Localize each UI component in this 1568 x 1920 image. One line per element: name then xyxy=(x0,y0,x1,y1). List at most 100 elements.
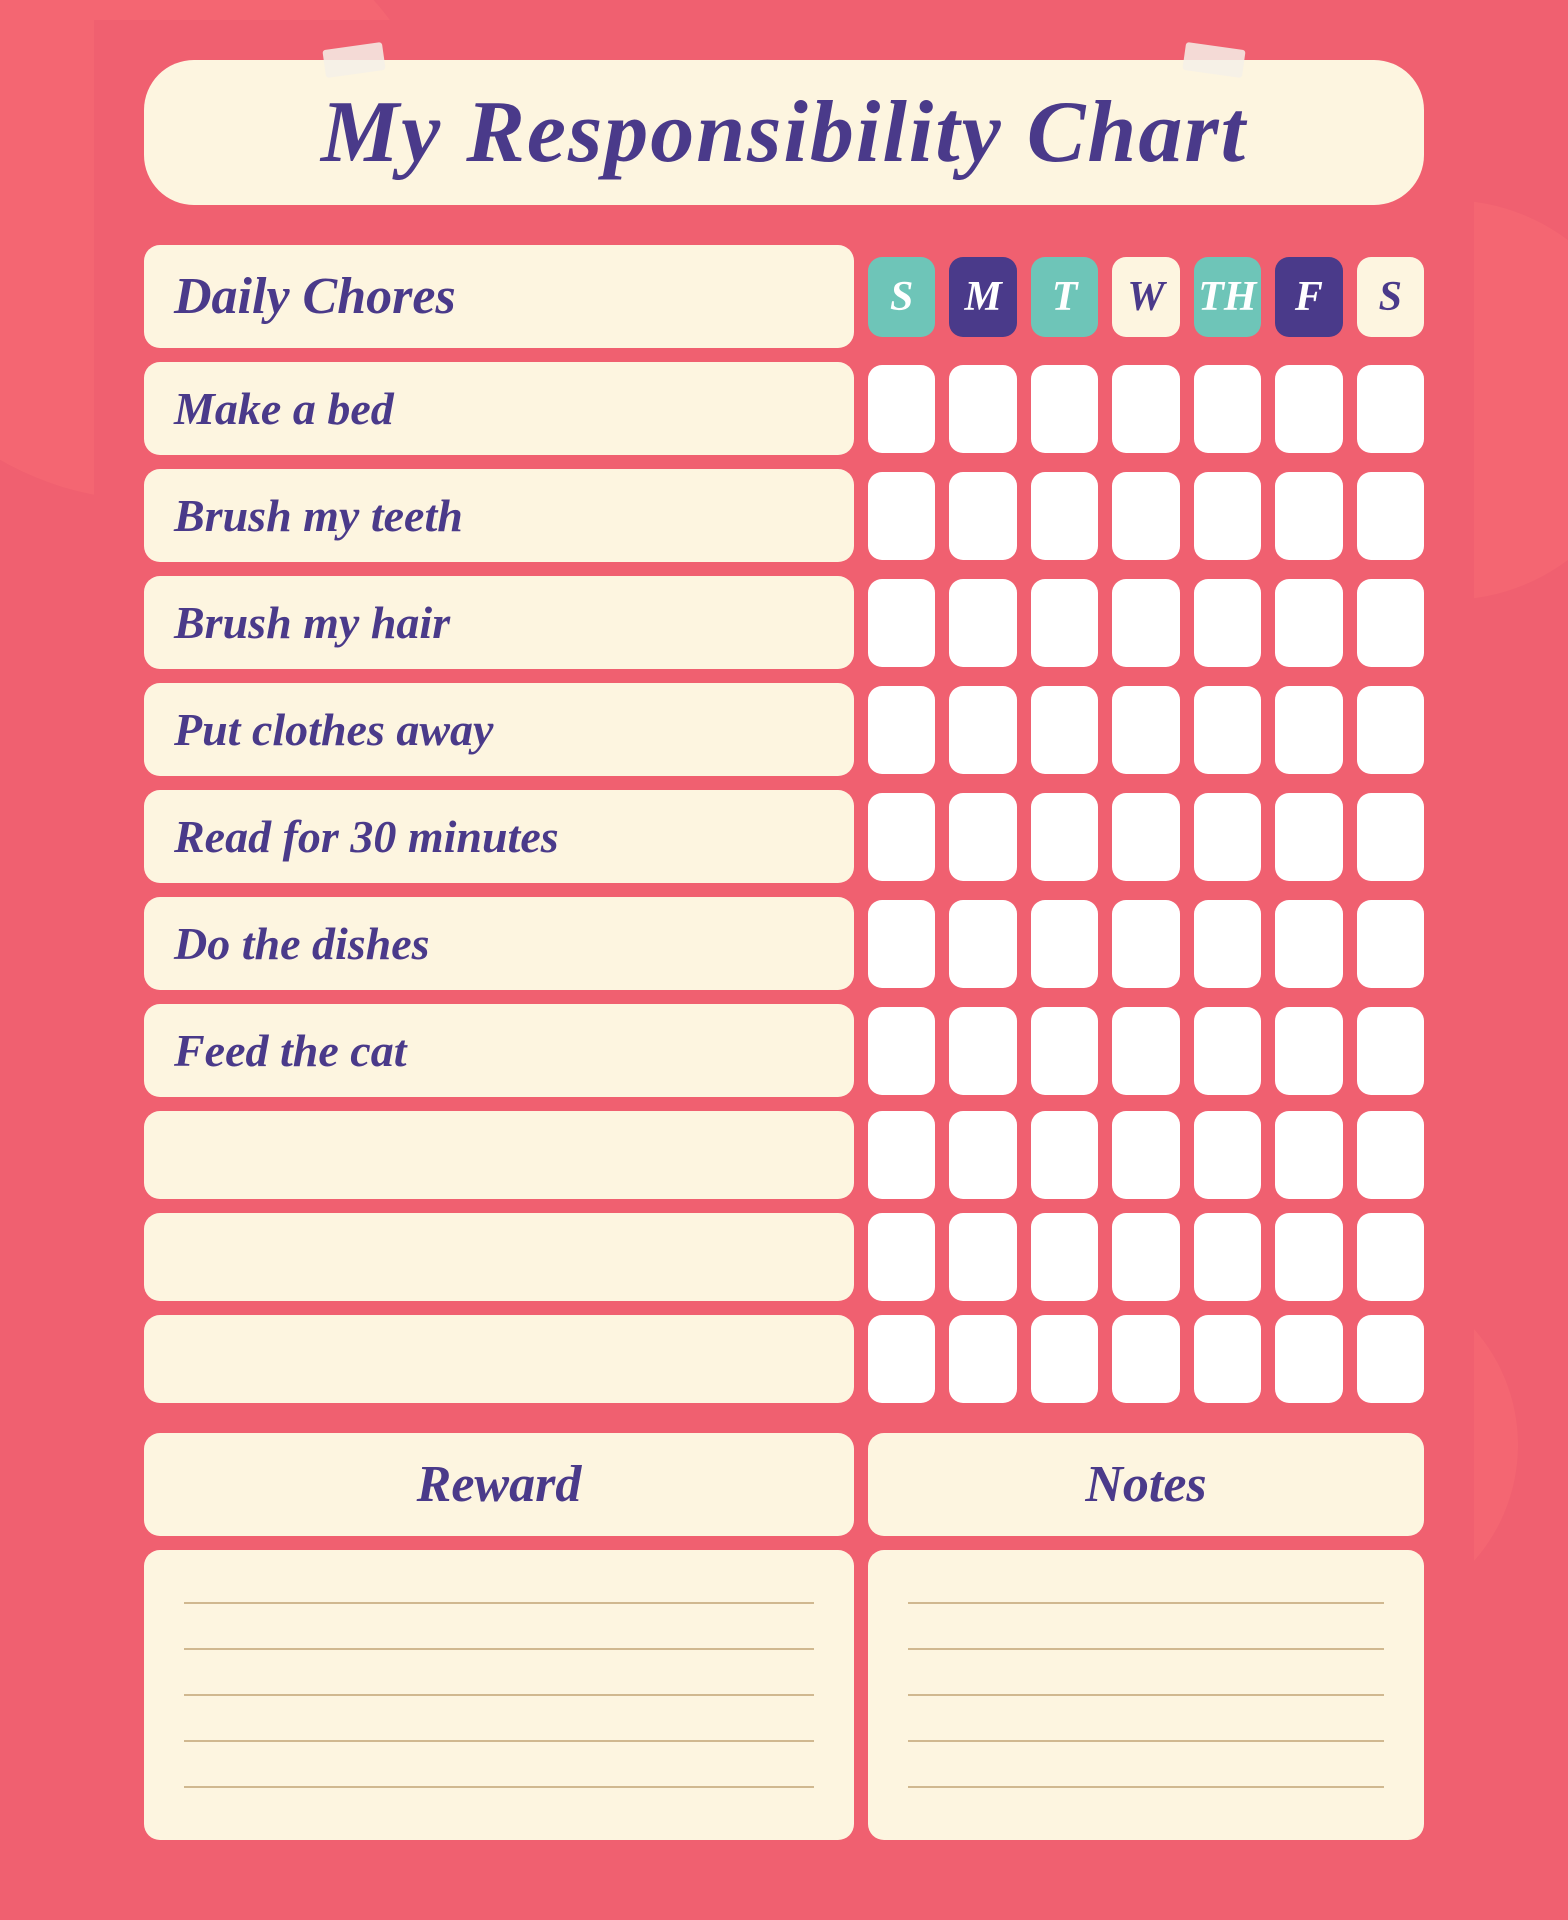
day-header-6: S xyxy=(1357,257,1424,337)
table-row xyxy=(144,1213,1424,1301)
checkbox-9-3[interactable] xyxy=(1112,1315,1179,1403)
checkbox-3-3[interactable] xyxy=(1112,686,1179,774)
checkbox-5-6[interactable] xyxy=(1357,900,1424,988)
chore-label-7 xyxy=(144,1111,854,1199)
checkbox-1-5[interactable] xyxy=(1275,472,1342,560)
chore-label-9 xyxy=(144,1315,854,1403)
checkbox-9-4[interactable] xyxy=(1194,1315,1261,1403)
checkbox-1-4[interactable] xyxy=(1194,472,1261,560)
notes-line-3 xyxy=(908,1694,1384,1696)
checkbox-1-0[interactable] xyxy=(868,472,935,560)
checkbox-0-0[interactable] xyxy=(868,365,935,453)
checkbox-1-6[interactable] xyxy=(1357,472,1424,560)
checkbox-8-1[interactable] xyxy=(949,1213,1016,1301)
checkbox-2-2[interactable] xyxy=(1031,579,1098,667)
checkbox-4-0[interactable] xyxy=(868,793,935,881)
checkbox-8-3[interactable] xyxy=(1112,1213,1179,1301)
day-cells-7 xyxy=(868,1111,1424,1199)
checkbox-9-5[interactable] xyxy=(1275,1315,1342,1403)
checkbox-2-3[interactable] xyxy=(1112,579,1179,667)
checkbox-6-3[interactable] xyxy=(1112,1007,1179,1095)
notes-header: Notes xyxy=(868,1433,1424,1536)
checkbox-5-1[interactable] xyxy=(949,900,1016,988)
checkbox-6-5[interactable] xyxy=(1275,1007,1342,1095)
checkbox-8-0[interactable] xyxy=(868,1213,935,1301)
chore-label-0: Make a bed xyxy=(144,362,854,455)
checkbox-3-4[interactable] xyxy=(1194,686,1261,774)
checkbox-3-5[interactable] xyxy=(1275,686,1342,774)
checkbox-3-0[interactable] xyxy=(868,686,935,774)
checkbox-5-4[interactable] xyxy=(1194,900,1261,988)
checkbox-1-3[interactable] xyxy=(1112,472,1179,560)
chore-text-6: Feed the cat xyxy=(174,1024,407,1077)
checkbox-5-0[interactable] xyxy=(868,900,935,988)
checkbox-9-0[interactable] xyxy=(868,1315,935,1403)
header-row: Daily Chores SMTWTHFS xyxy=(144,245,1424,348)
checkbox-3-1[interactable] xyxy=(949,686,1016,774)
title-wrapper: My Responsibility Chart xyxy=(144,60,1424,205)
table-row: Put clothes away xyxy=(144,683,1424,776)
checkbox-9-2[interactable] xyxy=(1031,1315,1098,1403)
checkbox-7-2[interactable] xyxy=(1031,1111,1098,1199)
reward-label: Reward xyxy=(417,1456,582,1513)
day-cells-5 xyxy=(868,900,1424,988)
checkbox-4-3[interactable] xyxy=(1112,793,1179,881)
checkbox-1-1[interactable] xyxy=(949,472,1016,560)
checkbox-4-2[interactable] xyxy=(1031,793,1098,881)
table-row: Feed the cat xyxy=(144,1004,1424,1097)
checkbox-7-3[interactable] xyxy=(1112,1111,1179,1199)
checkbox-6-4[interactable] xyxy=(1194,1007,1261,1095)
checkbox-5-3[interactable] xyxy=(1112,900,1179,988)
table-row: Brush my hair xyxy=(144,576,1424,669)
checkbox-0-4[interactable] xyxy=(1194,365,1261,453)
checkbox-6-6[interactable] xyxy=(1357,1007,1424,1095)
day-headers: SMTWTHFS xyxy=(868,257,1424,337)
checkbox-8-4[interactable] xyxy=(1194,1213,1261,1301)
checkbox-2-6[interactable] xyxy=(1357,579,1424,667)
checkbox-6-0[interactable] xyxy=(868,1007,935,1095)
title-box: My Responsibility Chart xyxy=(144,60,1424,205)
checkbox-9-1[interactable] xyxy=(949,1315,1016,1403)
checkbox-2-4[interactable] xyxy=(1194,579,1261,667)
checkbox-1-2[interactable] xyxy=(1031,472,1098,560)
checkbox-4-6[interactable] xyxy=(1357,793,1424,881)
reward-section: Reward xyxy=(144,1433,854,1840)
checkbox-0-6[interactable] xyxy=(1357,365,1424,453)
checkbox-0-5[interactable] xyxy=(1275,365,1342,453)
notes-line-2 xyxy=(908,1648,1384,1650)
notes-label: Notes xyxy=(1085,1456,1206,1513)
checkbox-0-2[interactable] xyxy=(1031,365,1098,453)
checkbox-7-1[interactable] xyxy=(949,1111,1016,1199)
checkbox-4-5[interactable] xyxy=(1275,793,1342,881)
checkbox-9-6[interactable] xyxy=(1357,1315,1424,1403)
checkbox-7-5[interactable] xyxy=(1275,1111,1342,1199)
checkbox-2-0[interactable] xyxy=(868,579,935,667)
checkbox-2-1[interactable] xyxy=(949,579,1016,667)
checkbox-7-6[interactable] xyxy=(1357,1111,1424,1199)
checkbox-3-2[interactable] xyxy=(1031,686,1098,774)
table-row xyxy=(144,1315,1424,1403)
day-header-5: F xyxy=(1275,257,1342,337)
checkbox-5-2[interactable] xyxy=(1031,900,1098,988)
checkbox-7-4[interactable] xyxy=(1194,1111,1261,1199)
chore-label-1: Brush my teeth xyxy=(144,469,854,562)
checkbox-4-4[interactable] xyxy=(1194,793,1261,881)
checkbox-0-1[interactable] xyxy=(949,365,1016,453)
reward-line-1 xyxy=(184,1602,814,1604)
notes-lines-box xyxy=(868,1550,1424,1840)
checkbox-7-0[interactable] xyxy=(868,1111,935,1199)
table-row: Do the dishes xyxy=(144,897,1424,990)
checkbox-8-6[interactable] xyxy=(1357,1213,1424,1301)
checkbox-2-5[interactable] xyxy=(1275,579,1342,667)
checkbox-4-1[interactable] xyxy=(949,793,1016,881)
chore-text-5: Do the dishes xyxy=(174,917,430,970)
chore-label-6: Feed the cat xyxy=(144,1004,854,1097)
checkbox-6-2[interactable] xyxy=(1031,1007,1098,1095)
checkbox-8-5[interactable] xyxy=(1275,1213,1342,1301)
checkbox-0-3[interactable] xyxy=(1112,365,1179,453)
checkbox-6-1[interactable] xyxy=(949,1007,1016,1095)
day-cells-1 xyxy=(868,472,1424,560)
checkbox-8-2[interactable] xyxy=(1031,1213,1098,1301)
checkbox-5-5[interactable] xyxy=(1275,900,1342,988)
checkbox-3-6[interactable] xyxy=(1357,686,1424,774)
